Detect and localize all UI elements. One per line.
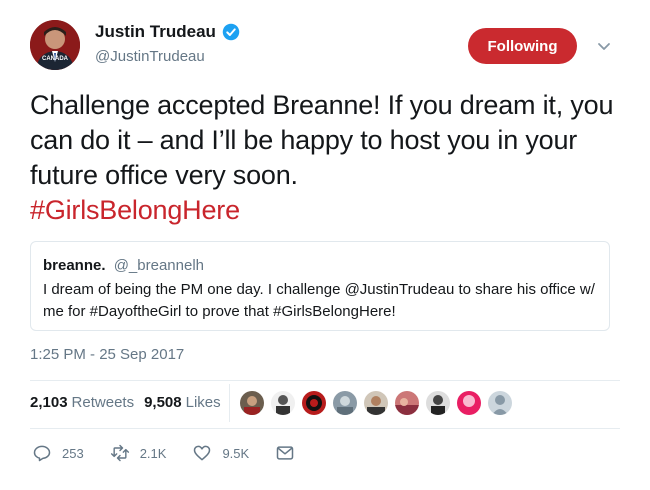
author-name-row: Justin Trudeau (95, 22, 240, 42)
profile-avatar-icon: CANADA (30, 20, 80, 70)
tweet-hashtag-link[interactable]: #GirlsBelongHere (30, 193, 630, 228)
tweet-body: Challenge accepted Breanne! If you dream… (30, 90, 614, 190)
chevron-down-icon[interactable] (596, 38, 612, 54)
author-handle[interactable]: @JustinTrudeau (95, 48, 205, 65)
liker-avatar[interactable] (271, 391, 295, 415)
tweet-text: Challenge accepted Breanne! If you dream… (30, 88, 630, 228)
retweet-button[interactable]: 2.1K (110, 443, 167, 463)
avatar-badge-text: CANADA (42, 56, 69, 62)
liker-avatar[interactable] (240, 391, 264, 415)
retweets-count: 2,103 (30, 394, 68, 411)
retweets-stat[interactable]: 2,103 Retweets (30, 394, 134, 411)
retweets-label: Retweets (71, 394, 135, 411)
direct-message-button[interactable] (275, 443, 305, 463)
quoted-author-name: breanne. (43, 257, 106, 274)
like-count: 9.5K (222, 445, 250, 461)
liker-avatar[interactable] (364, 391, 388, 415)
liker-avatar[interactable] (426, 391, 450, 415)
heart-icon (194, 445, 211, 461)
liker-avatar[interactable] (457, 391, 481, 415)
like-button[interactable]: 9.5K (192, 443, 249, 463)
liker-avatar[interactable] (302, 391, 326, 415)
reply-icon (33, 445, 51, 462)
likes-stat[interactable]: 9,508 Likes (144, 394, 221, 411)
author-avatar[interactable]: CANADA (30, 20, 80, 70)
verified-badge-icon (222, 23, 240, 41)
reply-count: 253 (62, 445, 84, 461)
liker-avatar[interactable] (333, 391, 357, 415)
following-button[interactable]: Following (468, 28, 577, 64)
tweet-stats: 2,103 Retweets 9,508 Likes (30, 394, 231, 411)
likes-label: Likes (185, 394, 221, 411)
tweet-timestamp[interactable]: 1:25 PM - 25 Sep 2017 (30, 346, 184, 363)
liker-avatar[interactable] (488, 391, 512, 415)
quoted-tweet-header: breanne. @_breannelh (43, 257, 597, 275)
quoted-tweet[interactable]: breanne. @_breannelh I dream of being th… (30, 241, 610, 331)
reply-button[interactable]: 253 (32, 443, 84, 463)
liker-avatars (240, 391, 519, 415)
divider-top (30, 380, 620, 381)
quoted-author-handle: @_breannelh (113, 257, 204, 274)
liker-avatar[interactable] (395, 391, 419, 415)
divider-bottom (30, 428, 620, 429)
stats-separator (229, 384, 230, 422)
envelope-icon (276, 446, 294, 460)
quoted-tweet-text: I dream of being the PM one day. I chall… (43, 281, 595, 320)
retweet-icon (110, 444, 129, 462)
tweet-actions: 253 2.1K 9.5K (32, 443, 331, 463)
retweet-count: 2.1K (139, 445, 167, 461)
likes-count: 9,508 (144, 394, 182, 411)
author-display-name[interactable]: Justin Trudeau (95, 22, 216, 42)
